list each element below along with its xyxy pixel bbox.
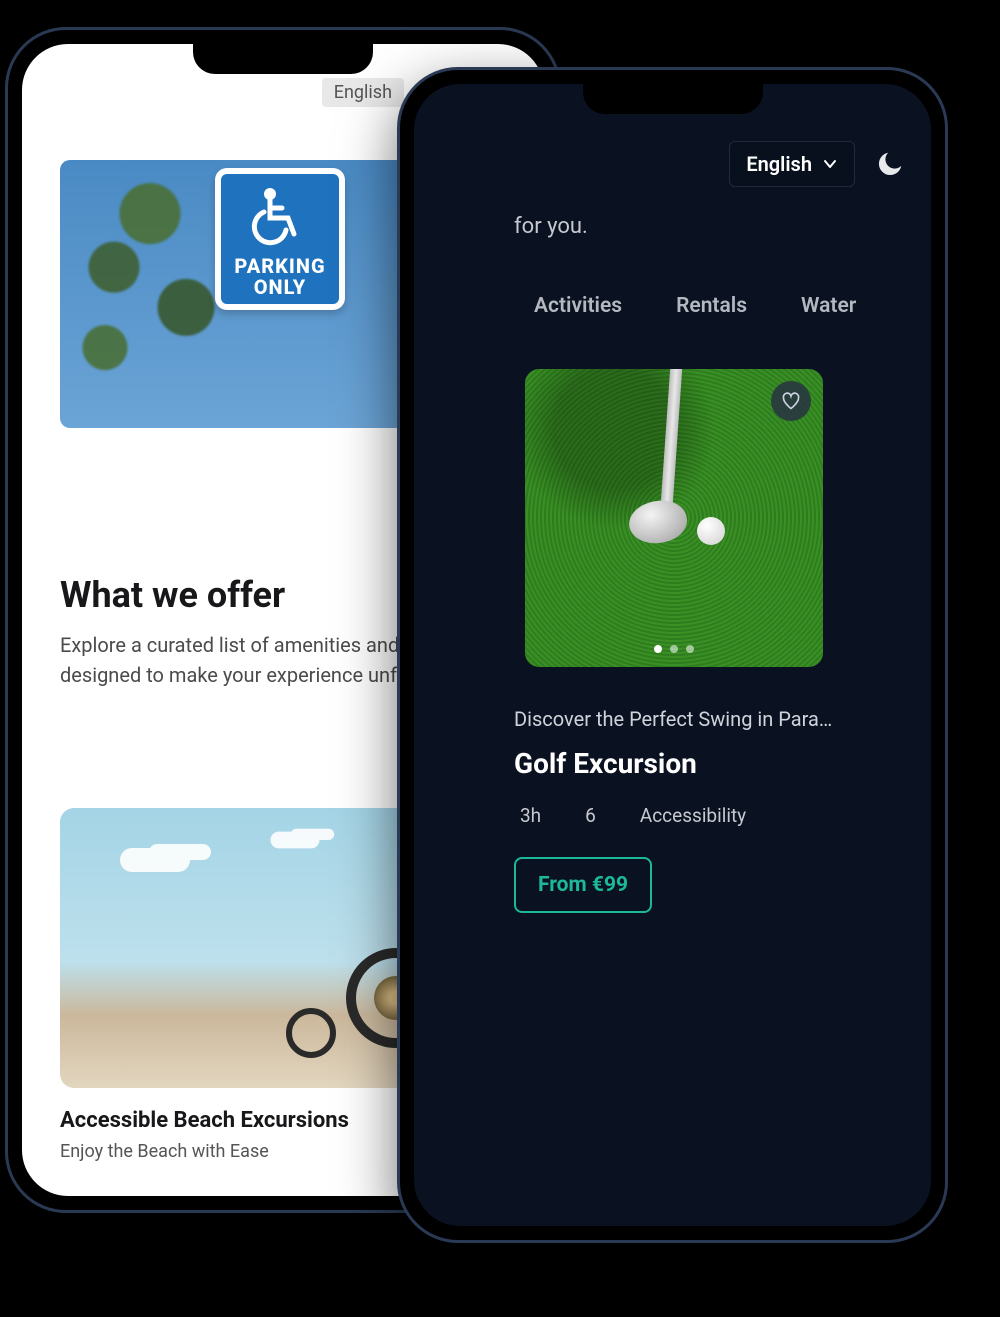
wheelchair-icon: [248, 184, 312, 248]
beach-wheelchair-small-wheel: [286, 1008, 336, 1058]
golf-club-head: [626, 496, 690, 547]
price-label: From €99: [538, 873, 628, 897]
heart-icon: [781, 391, 801, 411]
dark-mode-icon[interactable]: [875, 149, 905, 179]
favorite-button[interactable]: [771, 381, 811, 421]
meta-duration: 3h: [520, 804, 541, 827]
activity-image: [525, 369, 823, 667]
header: English: [414, 134, 931, 194]
activity-meta: 3h 6 Accessibility: [514, 804, 834, 827]
tagline-fragment: for you.: [514, 214, 588, 239]
accessible-parking-sign: PARKING ONLY: [215, 168, 345, 310]
cloud-decoration: [120, 848, 190, 872]
activity-title: Golf Excursion: [514, 747, 834, 780]
category-tabs: Activities Rentals Water: [414, 294, 931, 318]
screen-dark: English for you. Activities Rentals Wate…: [414, 84, 931, 1226]
activity-subtitle: Discover the Perfect Swing in Para...: [514, 707, 834, 731]
pagination-dot[interactable]: [654, 645, 662, 653]
notch: [583, 84, 763, 114]
tree-decoration: [60, 160, 240, 428]
tab-water[interactable]: Water: [801, 294, 856, 318]
tab-activities[interactable]: Activities: [534, 294, 622, 318]
phone-dark: English for you. Activities Rentals Wate…: [400, 70, 945, 1240]
language-label: English: [334, 82, 392, 103]
language-select[interactable]: English: [729, 141, 855, 187]
notch: [193, 44, 373, 74]
golf-ball: [697, 517, 725, 545]
meta-people: 6: [585, 804, 596, 827]
pagination-dot[interactable]: [686, 645, 694, 653]
tab-rentals[interactable]: Rentals: [676, 294, 747, 318]
sign-text-line2: ONLY: [254, 275, 307, 299]
meta-accessibility: Accessibility: [640, 804, 746, 827]
activity-card[interactable]: Discover the Perfect Swing in Para... Go…: [514, 369, 834, 913]
image-pagination-dots: [654, 645, 694, 653]
chevron-down-icon: [822, 156, 838, 172]
language-select[interactable]: English: [322, 78, 404, 107]
price-button[interactable]: From €99: [514, 857, 652, 913]
cloud-decoration: [271, 832, 320, 849]
pagination-dot[interactable]: [670, 645, 678, 653]
language-label: English: [746, 152, 812, 176]
